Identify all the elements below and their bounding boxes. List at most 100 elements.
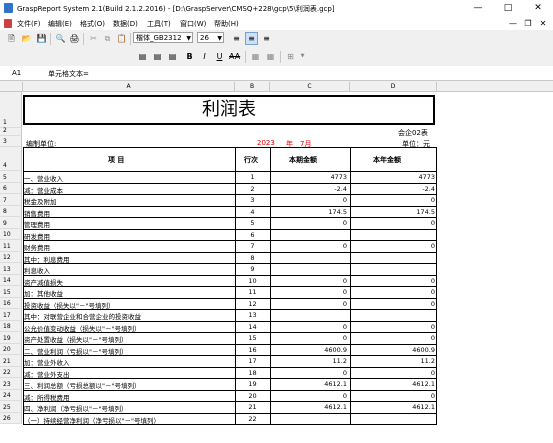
border-middle-icon[interactable]: ▤ bbox=[151, 50, 164, 63]
table-border bbox=[23, 332, 437, 333]
row-header[interactable]: 5 bbox=[0, 171, 22, 183]
align-left-icon[interactable]: ≡ bbox=[230, 32, 243, 45]
row-header[interactable]: 1 bbox=[0, 92, 22, 128]
row-line-number: 3 bbox=[250, 196, 255, 204]
align-right-icon[interactable]: ≡ bbox=[260, 32, 273, 45]
menu-edit[interactable]: 编辑(E) bbox=[48, 19, 72, 29]
row-header[interactable]: 22 bbox=[0, 366, 22, 378]
row-header[interactable]: 11 bbox=[0, 240, 22, 252]
open-folder-icon[interactable]: 📂 bbox=[20, 32, 33, 45]
close-icon[interactable]: ✕ bbox=[523, 0, 553, 17]
new-file-icon[interactable]: 🗎 bbox=[5, 32, 18, 45]
strikethrough-button[interactable]: AA bbox=[228, 50, 241, 63]
row-header[interactable]: 9 bbox=[0, 217, 22, 229]
save-icon[interactable]: 💾 bbox=[35, 32, 48, 45]
copy-icon[interactable]: ⧉ bbox=[101, 32, 114, 45]
border-top-icon[interactable]: ▤ bbox=[136, 50, 149, 63]
align-center-icon[interactable]: ≡ bbox=[245, 32, 258, 45]
cell-content-input[interactable]: 单元格文本= bbox=[48, 69, 89, 79]
row-header[interactable]: 10 bbox=[0, 228, 22, 240]
chevron-down-icon[interactable]: ▼ bbox=[296, 50, 309, 63]
menu-file[interactable]: 文件(F) bbox=[17, 19, 41, 29]
row-header[interactable]: 15 bbox=[0, 286, 22, 298]
menu-window[interactable]: 窗口(W) bbox=[180, 19, 206, 29]
row-header[interactable]: 6 bbox=[0, 182, 22, 194]
row-line-number: 18 bbox=[248, 368, 257, 377]
row-header[interactable]: 16 bbox=[0, 297, 22, 309]
column-header-b[interactable]: B bbox=[235, 82, 270, 92]
maximize-icon[interactable]: □ bbox=[493, 0, 523, 17]
row-ytd-amount: 0 bbox=[430, 334, 435, 342]
corner-header[interactable] bbox=[0, 82, 23, 92]
row-header[interactable]: 2 bbox=[0, 127, 22, 136]
row-header[interactable]: 17 bbox=[0, 309, 22, 321]
paste-icon[interactable]: 📋 bbox=[115, 32, 128, 45]
row-header[interactable]: 7 bbox=[0, 194, 22, 206]
toolbar-separator bbox=[280, 51, 281, 63]
bold-button[interactable]: B bbox=[183, 50, 196, 63]
row-header[interactable]: 18 bbox=[0, 320, 22, 332]
row-header[interactable]: 25 bbox=[0, 401, 22, 413]
row-current-amount: 4773 bbox=[330, 173, 347, 181]
row-header[interactable]: 20 bbox=[0, 343, 22, 355]
row-line-number: 20 bbox=[248, 391, 257, 400]
row-item-label: 财务费用 bbox=[24, 244, 50, 252]
row-item-label: 管理费用 bbox=[24, 221, 50, 229]
font-name-select[interactable]: 楷体_GB2312 ▼ bbox=[133, 32, 193, 43]
header-ytd: 本年金额 bbox=[373, 156, 401, 164]
row-current-amount: -2.4 bbox=[334, 184, 347, 193]
row-item-label: 减：营业外支出 bbox=[24, 370, 70, 379]
row-header[interactable]: 24 bbox=[0, 389, 22, 401]
column-header-d[interactable]: D bbox=[350, 82, 437, 92]
row-header[interactable]: 8 bbox=[0, 205, 22, 217]
spreadsheet[interactable]: A B C D 1 2 3 4 利润表 会企02表 编制单位: 2023 年 7… bbox=[0, 82, 553, 443]
menu-tools[interactable]: 工具(T) bbox=[147, 19, 171, 29]
row-header[interactable]: 12 bbox=[0, 251, 22, 263]
row-item-label: 三、利润总额（亏损总额以"－"号填列） bbox=[24, 382, 141, 390]
menu-help[interactable]: 帮助(H) bbox=[214, 19, 239, 29]
row-header[interactable]: 14 bbox=[0, 274, 22, 286]
row-line-number: 19 bbox=[248, 380, 257, 388]
menu-data[interactable]: 数据(D) bbox=[113, 19, 138, 29]
italic-button[interactable]: I bbox=[198, 50, 211, 63]
print-preview-icon[interactable]: 🔍 bbox=[54, 32, 67, 45]
border-bottom-icon[interactable]: ▤ bbox=[166, 50, 179, 63]
row-header[interactable]: 13 bbox=[0, 263, 22, 275]
mdi-minimize-icon[interactable]: — bbox=[506, 18, 520, 29]
row-header[interactable]: 26 bbox=[0, 412, 22, 424]
column-header-empty bbox=[437, 82, 553, 92]
row-ytd-amount: 4773 bbox=[418, 173, 435, 181]
toolbar-separator bbox=[50, 33, 51, 45]
mdi-close-icon[interactable]: ✕ bbox=[536, 18, 550, 29]
toolbar-separator bbox=[245, 51, 246, 63]
print-icon[interactable]: 🖨 bbox=[68, 32, 81, 45]
row-ytd-amount: 174.5 bbox=[416, 207, 435, 216]
row-header[interactable]: 4 bbox=[0, 147, 22, 171]
app-icon bbox=[4, 3, 13, 13]
title-bar: GraspReport System 2.1(Build 2.1.2.2016)… bbox=[0, 0, 553, 17]
menu-format[interactable]: 格式(O) bbox=[80, 19, 105, 29]
row-ytd-amount: 4612.1 bbox=[412, 380, 435, 388]
row-ytd-amount: 0 bbox=[430, 219, 435, 227]
column-header-c[interactable]: C bbox=[270, 82, 350, 92]
form-number: 会企02表 bbox=[398, 129, 428, 137]
row-line-number: 15 bbox=[248, 334, 257, 342]
row-header[interactable]: 19 bbox=[0, 332, 22, 344]
table-border bbox=[23, 263, 437, 264]
row-header[interactable]: 21 bbox=[0, 355, 22, 367]
column-header-a[interactable]: A bbox=[23, 82, 235, 92]
cut-icon[interactable]: ✂ bbox=[87, 32, 100, 45]
underline-button[interactable]: U bbox=[213, 50, 226, 63]
minimize-icon[interactable]: — bbox=[463, 0, 493, 17]
row-header[interactable]: 3 bbox=[0, 136, 22, 147]
toolbar-separator bbox=[83, 33, 84, 45]
mdi-restore-icon[interactable]: ❐ bbox=[521, 18, 535, 29]
split-cells-icon[interactable]: ▦ bbox=[264, 50, 277, 63]
table-border bbox=[23, 182, 437, 184]
cell-reference[interactable]: A1 bbox=[12, 69, 21, 77]
font-size-select[interactable]: 26 ▼ bbox=[197, 32, 224, 43]
merge-cells-icon[interactable]: ▦ bbox=[249, 50, 262, 63]
row-header[interactable]: 23 bbox=[0, 378, 22, 390]
row-current-amount: 174.5 bbox=[328, 207, 347, 216]
row-item-label: 公允价值变动收益（损失以"－"号填列） bbox=[24, 324, 141, 333]
